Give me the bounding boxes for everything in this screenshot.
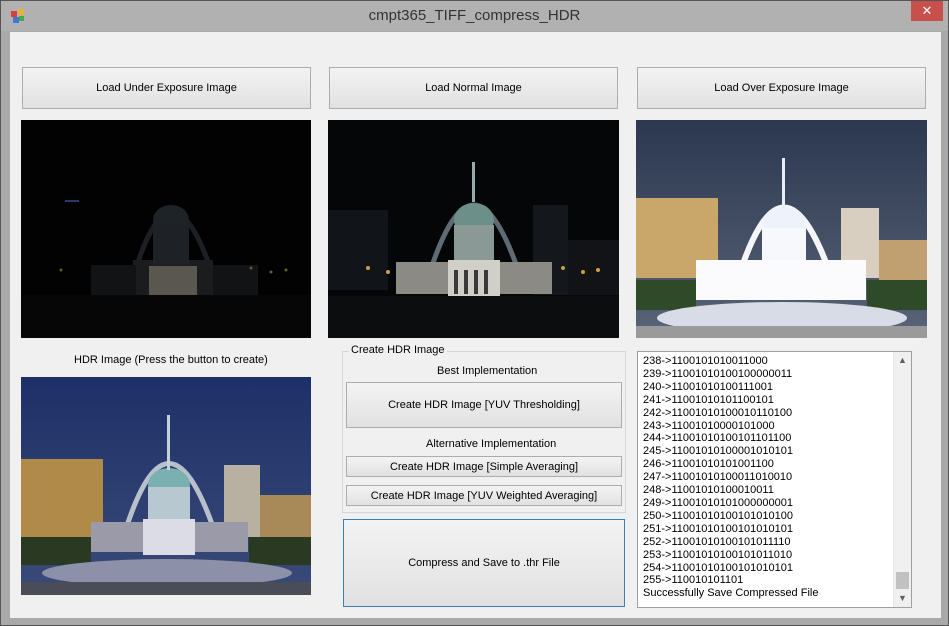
alternative-implementation-label: Alternative Implementation (426, 438, 557, 450)
window-title: cmpt365_TIFF_compress_HDR (368, 7, 581, 24)
load-normal-image-button[interactable]: Load Normal Image (329, 67, 618, 109)
compress-save-button[interactable]: Compress and Save to .thr File (343, 519, 625, 607)
log-line: 245->11001010100001010101 (643, 445, 793, 458)
create-hdr-group-title: Create HDR Image (349, 344, 447, 356)
log-line: 251->11001010100101010101 (643, 522, 793, 535)
scroll-up-icon[interactable]: ▲ (894, 352, 911, 369)
log-line: 254->11001010100101010101 (643, 561, 793, 574)
title-bar: cmpt365_TIFF_compress_HDR ✕ (1, 1, 948, 31)
log-line: 239->11001010100100000011 (643, 367, 793, 380)
under-exposure-image (21, 120, 311, 338)
output-log[interactable]: 238->1100101010011000 239->11001010100100… (637, 351, 912, 608)
yuv-thresholding-button[interactable]: Create HDR Image [YUV Thresholding] (346, 382, 622, 428)
log-line: 253->11001010100101011010 (643, 548, 793, 561)
log-lines: 238->1100101010011000 239->11001010100100… (643, 355, 818, 600)
hdr-image-label: HDR Image (Press the button to create) (74, 354, 268, 366)
log-line: 243->11001010000101000 (643, 419, 775, 432)
log-line: 252->11001010100101011110 (643, 535, 791, 548)
log-line: 241->11001010101100101 (643, 393, 774, 406)
load-over-exposure-button[interactable]: Load Over Exposure Image (637, 67, 926, 109)
log-line: 238->1100101010011000 (643, 355, 768, 367)
log-line: 246->11001010101001100 (643, 458, 774, 471)
scroll-down-icon[interactable]: ▼ (894, 590, 911, 607)
log-line: 255->110010101101 (643, 574, 744, 587)
close-button[interactable]: ✕ (911, 1, 943, 21)
log-line: 242->11001010100010110100 (643, 406, 793, 419)
over-exposure-image (636, 120, 927, 338)
scrollbar-thumb[interactable] (896, 572, 909, 589)
client-area: Load Under Exposure Image Load Normal Im… (10, 32, 941, 618)
log-line: 248->11001010100010011 (643, 484, 774, 497)
log-scrollbar[interactable]: ▲ ▼ (893, 352, 911, 607)
app-window: cmpt365_TIFF_compress_HDR ✕ Load Under E… (0, 0, 949, 626)
log-line: 247->11001010100011010010 (643, 471, 793, 484)
simple-averaging-button[interactable]: Create HDR Image [Simple Averaging] (346, 456, 622, 477)
log-line: 250->11001010100101010100 (643, 509, 793, 522)
log-line: 244->11001010100101101100 (643, 432, 792, 445)
log-line: 240->11001010100111001 (643, 380, 773, 393)
hdr-result-image (21, 377, 311, 595)
normal-exposure-image (328, 120, 619, 338)
yuv-weighted-averaging-button[interactable]: Create HDR Image [YUV Weighted Averaging… (346, 485, 622, 506)
log-line: Successfully Save Compressed File (643, 587, 819, 600)
log-line: 249->11001010101000000001 (643, 496, 793, 509)
close-icon: ✕ (921, 3, 933, 18)
load-under-exposure-button[interactable]: Load Under Exposure Image (22, 67, 311, 109)
best-implementation-label: Best Implementation (437, 365, 538, 377)
